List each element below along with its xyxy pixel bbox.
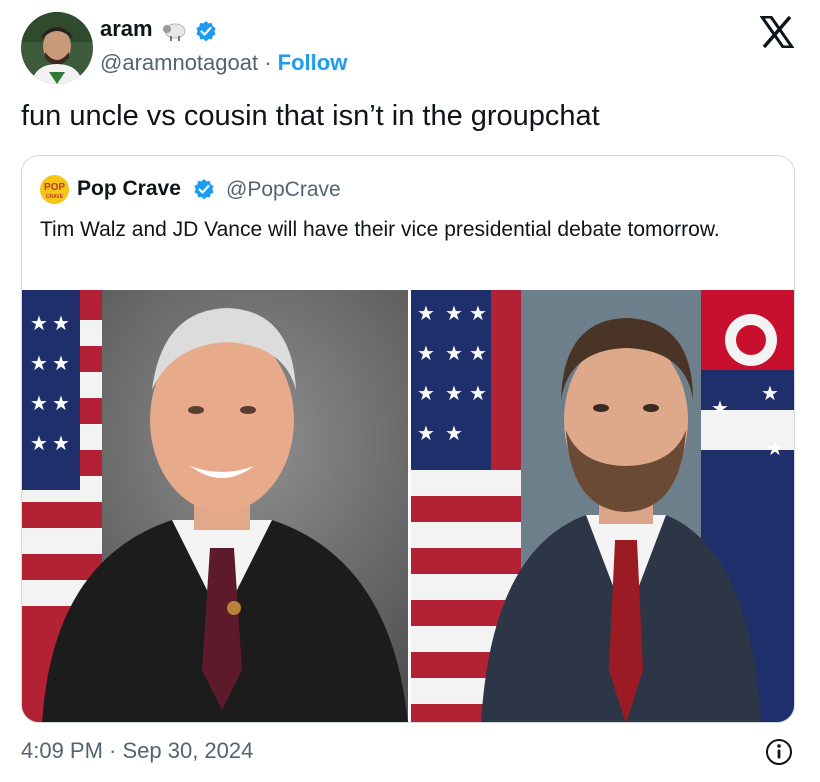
svg-text:★: ★ — [469, 341, 487, 365]
svg-text:★: ★ — [30, 311, 48, 335]
svg-text:★: ★ — [469, 381, 487, 405]
svg-text:★: ★ — [469, 301, 487, 325]
svg-text:★: ★ — [761, 381, 779, 405]
svg-text:★: ★ — [445, 421, 463, 445]
quote-text: Tim Walz and JD Vance will have their vi… — [40, 218, 720, 241]
svg-text:★: ★ — [52, 391, 70, 415]
popcrave-logo-subtext: CRAVE — [46, 194, 64, 200]
tweet-text: fun uncle vs cousin that isn’t in the gr… — [21, 100, 600, 132]
svg-text:★: ★ — [417, 341, 435, 365]
quote-handle[interactable]: @PopCrave — [226, 178, 341, 202]
sheep-icon — [160, 20, 188, 42]
quote-verified-badge-icon — [192, 178, 216, 202]
author-handle[interactable]: @aramnotagoat — [100, 50, 258, 75]
svg-text:★: ★ — [52, 431, 70, 455]
author-avatar[interactable] — [21, 12, 93, 84]
svg-text:★: ★ — [30, 351, 48, 375]
verified-badge-icon — [194, 20, 218, 44]
svg-text:★: ★ — [445, 381, 463, 405]
timestamp[interactable]: 4:09 PM · Sep 30, 2024 — [21, 738, 253, 764]
quote-display-name[interactable]: Pop Crave — [77, 177, 181, 201]
svg-text:★: ★ — [417, 421, 435, 445]
svg-text:★: ★ — [766, 436, 784, 460]
x-logo-icon[interactable] — [759, 15, 795, 49]
author-display-name[interactable]: aram — [100, 16, 153, 42]
popcrave-logo-text: POP — [44, 182, 65, 193]
svg-text:★: ★ — [417, 381, 435, 405]
svg-text:★: ★ — [30, 431, 48, 455]
popcrave-avatar[interactable]: POP CRAVE — [40, 175, 69, 204]
separator: · — [258, 50, 278, 75]
follow-button[interactable]: Follow — [278, 50, 348, 75]
svg-text:★: ★ — [52, 311, 70, 335]
svg-text:★: ★ — [30, 391, 48, 415]
svg-text:★: ★ — [711, 396, 729, 420]
quoted-tweet-card[interactable]: POP CRAVE Pop Crave @PopCrave Tim Walz a… — [21, 155, 795, 723]
svg-text:★: ★ — [52, 351, 70, 375]
svg-text:★: ★ — [445, 301, 463, 325]
author-handle-row: @aramnotagoat · Follow — [100, 50, 347, 76]
quote-photo-right[interactable]: ★ ★ ★ ★ ★ ★ ★ ★ ★ ★ ★ ★ ★ ★ — [411, 290, 794, 722]
svg-text:★: ★ — [445, 341, 463, 365]
svg-text:★: ★ — [417, 301, 435, 325]
info-icon[interactable] — [764, 737, 794, 767]
quote-photo-left[interactable]: ★ ★ ★ ★ ★ ★ ★ ★ — [22, 290, 408, 722]
